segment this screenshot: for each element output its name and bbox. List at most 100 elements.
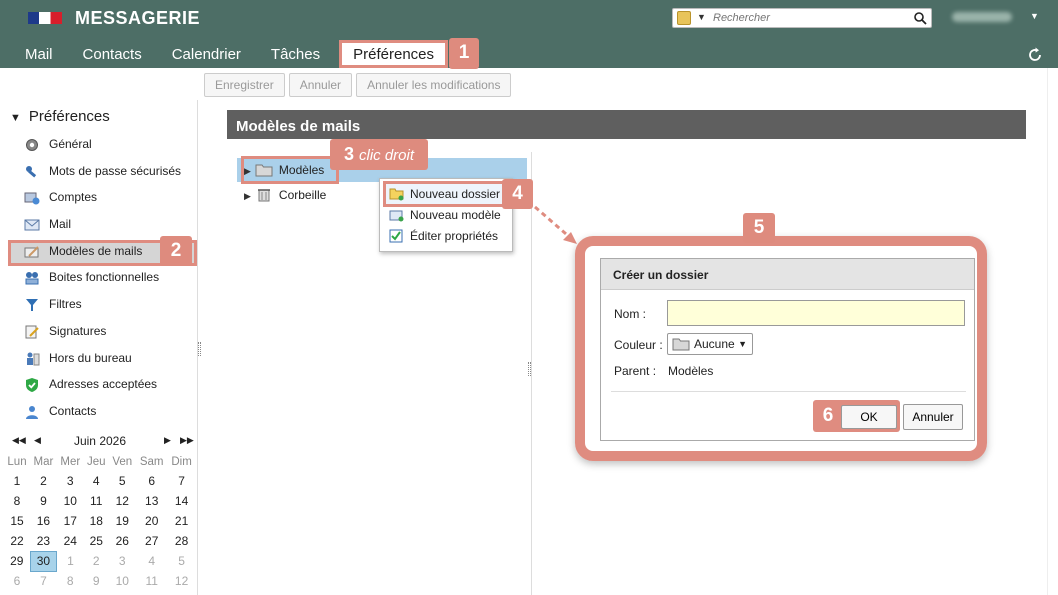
- weekday: Lun: [7, 455, 27, 468]
- top-header: MESSAGERIE ▼ ▼ Mail Contacts Calendrier …: [0, 0, 1058, 68]
- calendar-day[interactable]: 17: [57, 511, 84, 531]
- calendar-day[interactable]: 7: [30, 571, 57, 591]
- calendar-day[interactable]: 23: [30, 531, 57, 551]
- tree-item-trash[interactable]: ▶ Corbeille: [244, 184, 326, 206]
- calendar-day[interactable]: 10: [109, 571, 136, 591]
- calendar-day[interactable]: 29: [4, 551, 30, 571]
- calendar-day[interactable]: 4: [136, 551, 168, 571]
- calendar-day[interactable]: 30: [29, 550, 58, 572]
- search-source-icon[interactable]: [677, 11, 691, 25]
- folder-name-input[interactable]: [667, 300, 965, 326]
- calendar-week: 6 7 8 9 10 11 12: [4, 571, 196, 591]
- next-year-icon[interactable]: ▶▶: [180, 435, 194, 446]
- tab-mail[interactable]: Mail: [0, 40, 68, 68]
- user-name[interactable]: [952, 12, 1012, 22]
- step-badge-2: 2: [160, 236, 192, 266]
- calendar-day[interactable]: 9: [30, 491, 57, 511]
- calendar-day[interactable]: 2: [84, 551, 109, 571]
- calendar-day[interactable]: 6: [136, 471, 168, 491]
- calendar-day[interactable]: 12: [168, 571, 196, 591]
- calendar-day[interactable]: 6: [4, 571, 30, 591]
- cancel-changes-button[interactable]: Annuler les modifications: [356, 73, 512, 97]
- key-icon: [26, 165, 37, 178]
- tab-preferences[interactable]: Préférences: [339, 40, 448, 68]
- sidebar-resize-handle[interactable]: [198, 342, 201, 356]
- sidebar-item-accounts[interactable]: Comptes: [4, 186, 197, 213]
- calendar-day[interactable]: 2: [30, 471, 57, 491]
- ok-button[interactable]: OK: [841, 405, 897, 429]
- calendar-day[interactable]: 27: [136, 531, 168, 551]
- step-badge-3: 3 clic droit: [330, 139, 428, 170]
- refresh-icon[interactable]: [1026, 46, 1044, 64]
- calendar-day[interactable]: 14: [168, 491, 196, 511]
- tree-item-models[interactable]: ▶ Modèles: [240, 156, 340, 184]
- calendar-days: 1 2 3 4 5 6 7 8 9 10 11 12 13 14 15 16 17 18 19 20 21 22 23 24 2…: [4, 471, 196, 591]
- preferences-list: Général Mots de passe sécurisés Comptes …: [4, 133, 197, 427]
- accounts-icon: [24, 192, 40, 205]
- calendar-day[interactable]: 4: [84, 471, 109, 491]
- sidebar-item-secure-passwords[interactable]: Mots de passe sécurisés: [4, 160, 197, 187]
- color-select[interactable]: Aucune ▼: [667, 333, 753, 355]
- calendar-day[interactable]: 11: [84, 491, 109, 511]
- search-icon[interactable]: [913, 11, 927, 25]
- search-input[interactable]: [713, 10, 909, 26]
- calendar-day[interactable]: 26: [109, 531, 136, 551]
- expand-triangle-icon[interactable]: ▶: [244, 166, 251, 176]
- sidebar-item-contacts[interactable]: Contacts: [4, 400, 197, 427]
- tab-tasks[interactable]: Tâches: [256, 40, 335, 68]
- sidebar-item-functional-boxes[interactable]: Boites fonctionnelles: [4, 266, 197, 293]
- expand-triangle-icon[interactable]: ▶: [244, 191, 251, 201]
- calendar-day[interactable]: 22: [4, 531, 30, 551]
- calendar-day[interactable]: 10: [57, 491, 84, 511]
- sidebar-title[interactable]: ▼ Préférences: [10, 108, 110, 125]
- sidebar-item-general[interactable]: Général: [4, 133, 197, 160]
- dialog-cancel-button[interactable]: Annuler: [903, 404, 963, 430]
- new-template-icon: [389, 210, 404, 222]
- calendar-day[interactable]: 18: [84, 511, 109, 531]
- menu-item-edit-properties[interactable]: Éditer propriétés: [386, 226, 508, 246]
- edit-properties-icon: [389, 229, 403, 243]
- calendar-day[interactable]: 8: [4, 491, 30, 511]
- calendar-day[interactable]: 21: [168, 511, 196, 531]
- filter-icon: [26, 299, 38, 312]
- calendar-day[interactable]: 16: [30, 511, 57, 531]
- calendar-day[interactable]: 11: [136, 571, 168, 591]
- sidebar-item-filters[interactable]: Filtres: [4, 293, 197, 320]
- calendar-week: 8 9 10 11 12 13 14: [4, 491, 196, 511]
- calendar-day[interactable]: 9: [84, 571, 109, 591]
- chevron-down-icon[interactable]: ▼: [697, 12, 706, 22]
- calendar-day[interactable]: 24: [57, 531, 84, 551]
- calendar-day[interactable]: 3: [57, 471, 84, 491]
- calendar-day[interactable]: 19: [109, 511, 136, 531]
- toolbar: Enregistrer Annuler Annuler les modifica…: [204, 73, 512, 97]
- calendar-day[interactable]: 5: [168, 551, 196, 571]
- next-month-icon[interactable]: ▶: [164, 435, 171, 446]
- search-box[interactable]: ▼: [672, 8, 932, 28]
- save-button[interactable]: Enregistrer: [204, 73, 285, 97]
- calendar-day[interactable]: 28: [168, 531, 196, 551]
- calendar-day[interactable]: 13: [136, 491, 168, 511]
- calendar-day[interactable]: 7: [168, 471, 196, 491]
- calendar-day[interactable]: 12: [109, 491, 136, 511]
- menu-item-new-template[interactable]: Nouveau modèle: [386, 205, 508, 225]
- out-of-office-icon: [27, 352, 40, 365]
- user-menu-chevron-icon[interactable]: ▼: [1030, 11, 1039, 21]
- calendar-day[interactable]: 1: [4, 471, 30, 491]
- sidebar-item-out-of-office[interactable]: Hors du bureau: [4, 347, 197, 374]
- menu-item-new-folder[interactable]: Nouveau dossier: [383, 181, 505, 207]
- calendar-day[interactable]: 3: [109, 551, 136, 571]
- calendar-day[interactable]: 8: [57, 571, 84, 591]
- calendar-day[interactable]: 1: [57, 551, 84, 571]
- collapse-triangle-icon[interactable]: ▼: [10, 112, 21, 124]
- calendar-day[interactable]: 5: [109, 471, 136, 491]
- sidebar-item-signatures[interactable]: Signatures: [4, 320, 197, 347]
- calendar-day[interactable]: 15: [4, 511, 30, 531]
- tab-calendar[interactable]: Calendrier: [157, 40, 256, 68]
- sidebar-item-accepted-addresses[interactable]: Adresses acceptées: [4, 373, 197, 400]
- cancel-button[interactable]: Annuler: [288, 73, 353, 97]
- tab-contacts[interactable]: Contacts: [68, 40, 157, 68]
- calendar-day[interactable]: 25: [84, 531, 109, 551]
- parent-label: Parent :: [614, 364, 657, 378]
- tree-resize-handle[interactable]: [528, 362, 531, 376]
- calendar-day[interactable]: 20: [136, 511, 168, 531]
